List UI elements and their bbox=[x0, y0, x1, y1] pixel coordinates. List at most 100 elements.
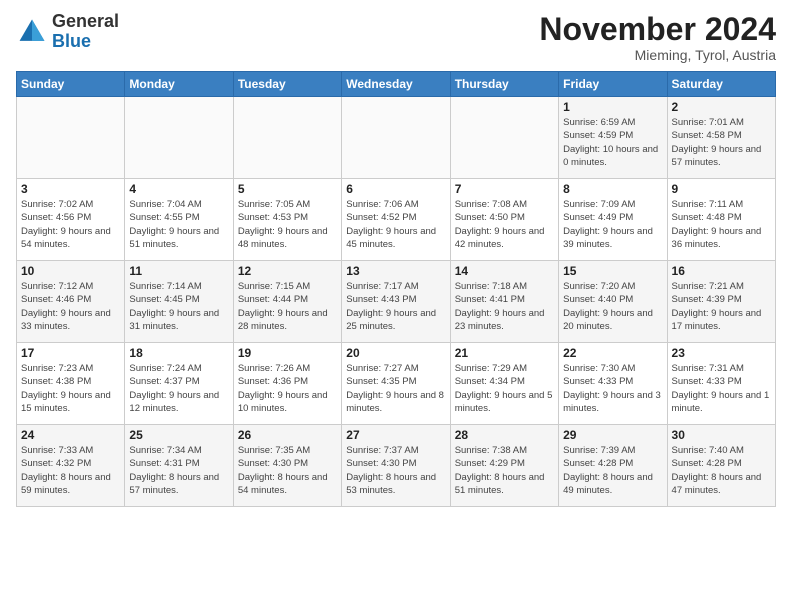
col-wednesday: Wednesday bbox=[342, 72, 450, 97]
table-row: 14 Sunrise: 7:18 AMSunset: 4:41 PMDaylig… bbox=[450, 261, 558, 343]
day-number: 24 bbox=[21, 428, 120, 442]
day-detail: Sunrise: 7:21 AMSunset: 4:39 PMDaylight:… bbox=[672, 280, 771, 333]
day-detail: Sunrise: 7:27 AMSunset: 4:35 PMDaylight:… bbox=[346, 362, 445, 415]
table-row bbox=[125, 97, 233, 179]
day-detail: Sunrise: 7:31 AMSunset: 4:33 PMDaylight:… bbox=[672, 362, 771, 415]
table-row: 25 Sunrise: 7:34 AMSunset: 4:31 PMDaylig… bbox=[125, 425, 233, 507]
table-row: 21 Sunrise: 7:29 AMSunset: 4:34 PMDaylig… bbox=[450, 343, 558, 425]
day-number: 12 bbox=[238, 264, 337, 278]
day-number: 8 bbox=[563, 182, 662, 196]
calendar-week-3: 17 Sunrise: 7:23 AMSunset: 4:38 PMDaylig… bbox=[17, 343, 776, 425]
logo-blue: Blue bbox=[52, 31, 91, 51]
table-row: 2 Sunrise: 7:01 AMSunset: 4:58 PMDayligh… bbox=[667, 97, 775, 179]
table-row: 29 Sunrise: 7:39 AMSunset: 4:28 PMDaylig… bbox=[559, 425, 667, 507]
calendar: Sunday Monday Tuesday Wednesday Thursday… bbox=[16, 71, 776, 507]
day-number: 28 bbox=[455, 428, 554, 442]
day-number: 17 bbox=[21, 346, 120, 360]
col-tuesday: Tuesday bbox=[233, 72, 341, 97]
table-row: 3 Sunrise: 7:02 AMSunset: 4:56 PMDayligh… bbox=[17, 179, 125, 261]
day-detail: Sunrise: 7:34 AMSunset: 4:31 PMDaylight:… bbox=[129, 444, 228, 497]
table-row: 22 Sunrise: 7:30 AMSunset: 4:33 PMDaylig… bbox=[559, 343, 667, 425]
col-monday: Monday bbox=[125, 72, 233, 97]
day-detail: Sunrise: 7:15 AMSunset: 4:44 PMDaylight:… bbox=[238, 280, 337, 333]
table-row: 15 Sunrise: 7:20 AMSunset: 4:40 PMDaylig… bbox=[559, 261, 667, 343]
day-detail: Sunrise: 7:37 AMSunset: 4:30 PMDaylight:… bbox=[346, 444, 445, 497]
table-row: 4 Sunrise: 7:04 AMSunset: 4:55 PMDayligh… bbox=[125, 179, 233, 261]
day-number: 19 bbox=[238, 346, 337, 360]
day-detail: Sunrise: 7:17 AMSunset: 4:43 PMDaylight:… bbox=[346, 280, 445, 333]
table-row: 23 Sunrise: 7:31 AMSunset: 4:33 PMDaylig… bbox=[667, 343, 775, 425]
day-number: 20 bbox=[346, 346, 445, 360]
logo-text: General Blue bbox=[52, 12, 119, 52]
col-friday: Friday bbox=[559, 72, 667, 97]
header: General Blue November 2024 Mieming, Tyro… bbox=[16, 12, 776, 63]
day-number: 21 bbox=[455, 346, 554, 360]
logo-icon bbox=[16, 16, 48, 48]
calendar-week-0: 1 Sunrise: 6:59 AMSunset: 4:59 PMDayligh… bbox=[17, 97, 776, 179]
day-detail: Sunrise: 6:59 AMSunset: 4:59 PMDaylight:… bbox=[563, 116, 662, 169]
logo-general: General bbox=[52, 11, 119, 31]
table-row: 13 Sunrise: 7:17 AMSunset: 4:43 PMDaylig… bbox=[342, 261, 450, 343]
day-number: 11 bbox=[129, 264, 228, 278]
day-detail: Sunrise: 7:06 AMSunset: 4:52 PMDaylight:… bbox=[346, 198, 445, 251]
day-detail: Sunrise: 7:01 AMSunset: 4:58 PMDaylight:… bbox=[672, 116, 771, 169]
day-detail: Sunrise: 7:09 AMSunset: 4:49 PMDaylight:… bbox=[563, 198, 662, 251]
day-number: 6 bbox=[346, 182, 445, 196]
month-title: November 2024 bbox=[539, 12, 776, 47]
col-thursday: Thursday bbox=[450, 72, 558, 97]
day-number: 27 bbox=[346, 428, 445, 442]
day-number: 25 bbox=[129, 428, 228, 442]
day-number: 26 bbox=[238, 428, 337, 442]
col-saturday: Saturday bbox=[667, 72, 775, 97]
day-detail: Sunrise: 7:08 AMSunset: 4:50 PMDaylight:… bbox=[455, 198, 554, 251]
title-block: November 2024 Mieming, Tyrol, Austria bbox=[539, 12, 776, 63]
day-number: 13 bbox=[346, 264, 445, 278]
day-number: 16 bbox=[672, 264, 771, 278]
table-row bbox=[342, 97, 450, 179]
day-number: 3 bbox=[21, 182, 120, 196]
day-detail: Sunrise: 7:02 AMSunset: 4:56 PMDaylight:… bbox=[21, 198, 120, 251]
table-row: 10 Sunrise: 7:12 AMSunset: 4:46 PMDaylig… bbox=[17, 261, 125, 343]
day-detail: Sunrise: 7:35 AMSunset: 4:30 PMDaylight:… bbox=[238, 444, 337, 497]
day-number: 23 bbox=[672, 346, 771, 360]
table-row: 28 Sunrise: 7:38 AMSunset: 4:29 PMDaylig… bbox=[450, 425, 558, 507]
col-sunday: Sunday bbox=[17, 72, 125, 97]
table-row: 19 Sunrise: 7:26 AMSunset: 4:36 PMDaylig… bbox=[233, 343, 341, 425]
day-detail: Sunrise: 7:39 AMSunset: 4:28 PMDaylight:… bbox=[563, 444, 662, 497]
day-detail: Sunrise: 7:23 AMSunset: 4:38 PMDaylight:… bbox=[21, 362, 120, 415]
table-row: 9 Sunrise: 7:11 AMSunset: 4:48 PMDayligh… bbox=[667, 179, 775, 261]
table-row bbox=[17, 97, 125, 179]
day-detail: Sunrise: 7:24 AMSunset: 4:37 PMDaylight:… bbox=[129, 362, 228, 415]
table-row: 20 Sunrise: 7:27 AMSunset: 4:35 PMDaylig… bbox=[342, 343, 450, 425]
location: Mieming, Tyrol, Austria bbox=[539, 47, 776, 63]
day-detail: Sunrise: 7:18 AMSunset: 4:41 PMDaylight:… bbox=[455, 280, 554, 333]
day-number: 9 bbox=[672, 182, 771, 196]
day-number: 15 bbox=[563, 264, 662, 278]
table-row: 24 Sunrise: 7:33 AMSunset: 4:32 PMDaylig… bbox=[17, 425, 125, 507]
day-number: 1 bbox=[563, 100, 662, 114]
day-number: 4 bbox=[129, 182, 228, 196]
page: General Blue November 2024 Mieming, Tyro… bbox=[0, 0, 792, 612]
table-row: 1 Sunrise: 6:59 AMSunset: 4:59 PMDayligh… bbox=[559, 97, 667, 179]
day-detail: Sunrise: 7:30 AMSunset: 4:33 PMDaylight:… bbox=[563, 362, 662, 415]
day-number: 14 bbox=[455, 264, 554, 278]
logo: General Blue bbox=[16, 12, 119, 52]
day-number: 22 bbox=[563, 346, 662, 360]
calendar-header-row: Sunday Monday Tuesday Wednesday Thursday… bbox=[17, 72, 776, 97]
day-number: 2 bbox=[672, 100, 771, 114]
day-detail: Sunrise: 7:29 AMSunset: 4:34 PMDaylight:… bbox=[455, 362, 554, 415]
day-number: 7 bbox=[455, 182, 554, 196]
day-detail: Sunrise: 7:20 AMSunset: 4:40 PMDaylight:… bbox=[563, 280, 662, 333]
table-row: 5 Sunrise: 7:05 AMSunset: 4:53 PMDayligh… bbox=[233, 179, 341, 261]
calendar-week-1: 3 Sunrise: 7:02 AMSunset: 4:56 PMDayligh… bbox=[17, 179, 776, 261]
table-row: 16 Sunrise: 7:21 AMSunset: 4:39 PMDaylig… bbox=[667, 261, 775, 343]
table-row: 11 Sunrise: 7:14 AMSunset: 4:45 PMDaylig… bbox=[125, 261, 233, 343]
table-row: 17 Sunrise: 7:23 AMSunset: 4:38 PMDaylig… bbox=[17, 343, 125, 425]
table-row bbox=[233, 97, 341, 179]
day-detail: Sunrise: 7:14 AMSunset: 4:45 PMDaylight:… bbox=[129, 280, 228, 333]
day-number: 30 bbox=[672, 428, 771, 442]
day-number: 29 bbox=[563, 428, 662, 442]
table-row: 12 Sunrise: 7:15 AMSunset: 4:44 PMDaylig… bbox=[233, 261, 341, 343]
day-number: 5 bbox=[238, 182, 337, 196]
day-detail: Sunrise: 7:33 AMSunset: 4:32 PMDaylight:… bbox=[21, 444, 120, 497]
